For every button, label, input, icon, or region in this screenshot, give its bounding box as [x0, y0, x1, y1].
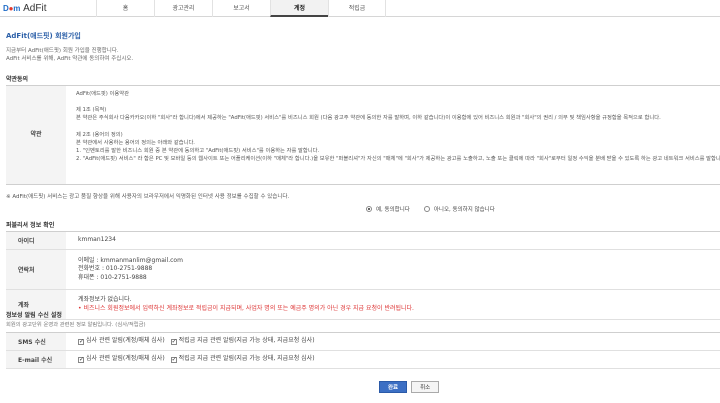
email-row: E-mail 수신 심사 관련 알림(계정/매체 심사) 적립금 지급 관련 알… — [6, 351, 720, 369]
member-section-title: 퍼블리셔 정보 확인 — [6, 222, 55, 229]
sms-payment-label: 적립금 지급 관련 알림(지급 가능 상태, 지급요청 심사) — [178, 337, 315, 345]
agree-label[interactable]: 예, 동의합니다 — [376, 205, 410, 213]
nav-reports[interactable]: 보고서 — [212, 0, 270, 17]
page-title: AdFit(애드핏) 회원가입 — [6, 32, 81, 40]
phone-value: 전화번호 : 010-2751-9888 — [78, 265, 153, 273]
terms-scroll-text[interactable]: AdFit(애드핏) 이용약관 제 1조 (목적) 본 약관은 주식회사 다음카… — [76, 90, 720, 182]
contact-row: 연락처 이메일 : kmmanmanlim@gmail.com 전화번호 : 0… — [6, 250, 720, 290]
sms-payment-option[interactable]: 적립금 지급 관련 알림(지급 가능 상태, 지급요청 심사) — [170, 337, 315, 346]
notify-subtitle: 회원의 광고단위 운영과 관련된 정보 알림입니다. (심사/적립금) — [6, 322, 146, 328]
terms-label: 약관 — [6, 86, 66, 184]
terms-line: 제 2조 (용어의 정의) — [76, 131, 123, 138]
email-options: 심사 관련 알림(계정/매체 심사) 적립금 지급 관련 알림(지급 가능 상태… — [66, 351, 315, 368]
form-buttons: 완료 취소 — [379, 381, 440, 393]
disagree-label[interactable]: 아니오, 동의하지 않습니다 — [434, 205, 495, 213]
email-checks: 심사 관련 알림(계정/매체 심사) 적립금 지급 관련 알림(지급 가능 상태… — [78, 355, 315, 364]
id-row: 아이디 kmman1234 — [6, 232, 720, 250]
sms-row: SMS 수신 심사 관련 알림(계정/매체 심사) 적립금 지급 관련 알림(지… — [6, 333, 720, 351]
contact-label: 연락처 — [6, 250, 66, 289]
account-warning: • 비즈니스 회원정보에서 입력하신 계좌정보로 적립금이 지급되며, 사업자 … — [78, 304, 414, 312]
id-value: kmman1234 — [78, 236, 116, 244]
nav-earnings[interactable]: 적립금 — [328, 0, 386, 17]
agree-radio[interactable] — [366, 206, 372, 212]
mobile-value: 휴대폰 : 010-2751-9888 — [78, 273, 147, 281]
email-review-option[interactable]: 심사 관련 알림(계정/매체 심사) — [78, 355, 165, 364]
main-nav: 홈 광고관리 보고서 계정 적립금 — [96, 0, 386, 17]
adfit-wordmark: AdFit — [23, 3, 47, 14]
terms-section-title: 약관동의 — [6, 76, 29, 83]
email-payment-checkbox[interactable] — [170, 356, 177, 364]
terms-line: 1. "인벤토리를 말한 비즈니스 회원 중 본 약관에 동의하고 "AdFit… — [76, 148, 320, 155]
account-value: 계좌정보가 없습니다. — [78, 296, 132, 303]
sms-checks: 심사 관련 알림(계정/매체 심사) 적립금 지급 관련 알림(지급 가능 상태… — [78, 337, 315, 346]
top-bar: D●m AdFit 홈 광고관리 보고서 계정 적립금 — [0, 0, 720, 17]
terms-line: AdFit(애드핏) 이용약관 — [76, 91, 130, 97]
notify-section-title: 정보성 알림 수신 설정 — [6, 312, 62, 319]
sms-review-option[interactable]: 심사 관련 알림(계정/매체 심사) — [78, 337, 165, 346]
intro-text: 지금부터 AdFit(애드핏) 회원 가입을 진행합니다. AdFit 서비스를… — [6, 47, 133, 63]
consent-note: ※ AdFit(애드핏) 서비스는 광고 품질 향상을 위해 사용자의 브라우저… — [6, 194, 290, 200]
account-row: 계좌 계좌정보가 없습니다. • 비즈니스 회원정보에서 입력하신 계좌정보로 … — [6, 290, 720, 320]
account-values: 계좌정보가 없습니다. • 비즈니스 회원정보에서 입력하신 계좌정보로 적립금… — [66, 290, 414, 319]
disagree-radio[interactable] — [423, 206, 430, 212]
cancel-button[interactable]: 취소 — [411, 381, 440, 393]
submit-button[interactable]: 완료 — [379, 381, 408, 393]
email-value: 이메일 : kmmanmanlim@gmail.com — [78, 256, 183, 264]
email-payment-option[interactable]: 적립금 지급 관련 알림(지급 가능 상태, 지급요청 심사) — [170, 355, 315, 364]
adfit-logo[interactable]: D●m AdFit — [3, 2, 46, 15]
email-review-checkbox[interactable] — [78, 356, 84, 364]
consent-radio-group: 예, 동의합니다 아니오, 동의하지 않습니다 — [366, 205, 495, 213]
member-info-table: 아이디 kmman1234 연락처 이메일 : kmmanmanlim@gmai… — [6, 231, 720, 320]
nav-account[interactable]: 계정 — [270, 0, 328, 17]
terms-box: 약관 AdFit(애드핏) 이용약관 제 1조 (목적) 본 약관은 주식회사 … — [6, 85, 720, 185]
daum-logo: D●m — [3, 4, 21, 13]
nav-ad-management[interactable]: 광고관리 — [154, 0, 212, 17]
terms-line: 본 약관에서 사용하는 용어의 정의는 아래와 같습니다. — [76, 139, 195, 146]
terms-line: 본 약관은 주식회사 다음카카오(이하 "회사"라 합니다)에서 제공하는 "A… — [76, 115, 661, 122]
sms-options: 심사 관련 알림(계정/매체 심사) 적립금 지급 관련 알림(지급 가능 상태… — [66, 333, 315, 350]
intro-line-2: AdFit 서비스를 위해, AdFit 약관에 동의하여 주십시오. — [6, 56, 134, 62]
email-label: E-mail 수신 — [6, 351, 66, 368]
notify-table: SMS 수신 심사 관련 알림(계정/매체 심사) 적립금 지급 관련 알림(지… — [6, 332, 720, 369]
email-payment-label: 적립금 지급 관련 알림(지급 가능 상태, 지급요청 심사) — [178, 355, 315, 363]
sms-label: SMS 수신 — [6, 333, 66, 350]
id-label: 아이디 — [6, 232, 66, 249]
terms-line: 제 1조 (목적) — [76, 107, 107, 114]
terms-line: 2. "AdFit(애드핏) 서비스" 라 함은 PC 및 모바일 등의 웹사이… — [76, 156, 720, 163]
intro-line-1: 지금부터 AdFit(애드핏) 회원 가입을 진행합니다. — [6, 48, 119, 54]
contact-values: 이메일 : kmmanmanlim@gmail.com 전화번호 : 010-2… — [66, 250, 183, 289]
nav-home[interactable]: 홈 — [96, 0, 154, 17]
email-review-label: 심사 관련 알림(계정/매체 심사) — [86, 355, 165, 363]
sms-payment-checkbox[interactable] — [170, 338, 177, 346]
sms-review-checkbox[interactable] — [78, 338, 84, 346]
sms-review-label: 심사 관련 알림(계정/매체 심사) — [86, 337, 165, 345]
